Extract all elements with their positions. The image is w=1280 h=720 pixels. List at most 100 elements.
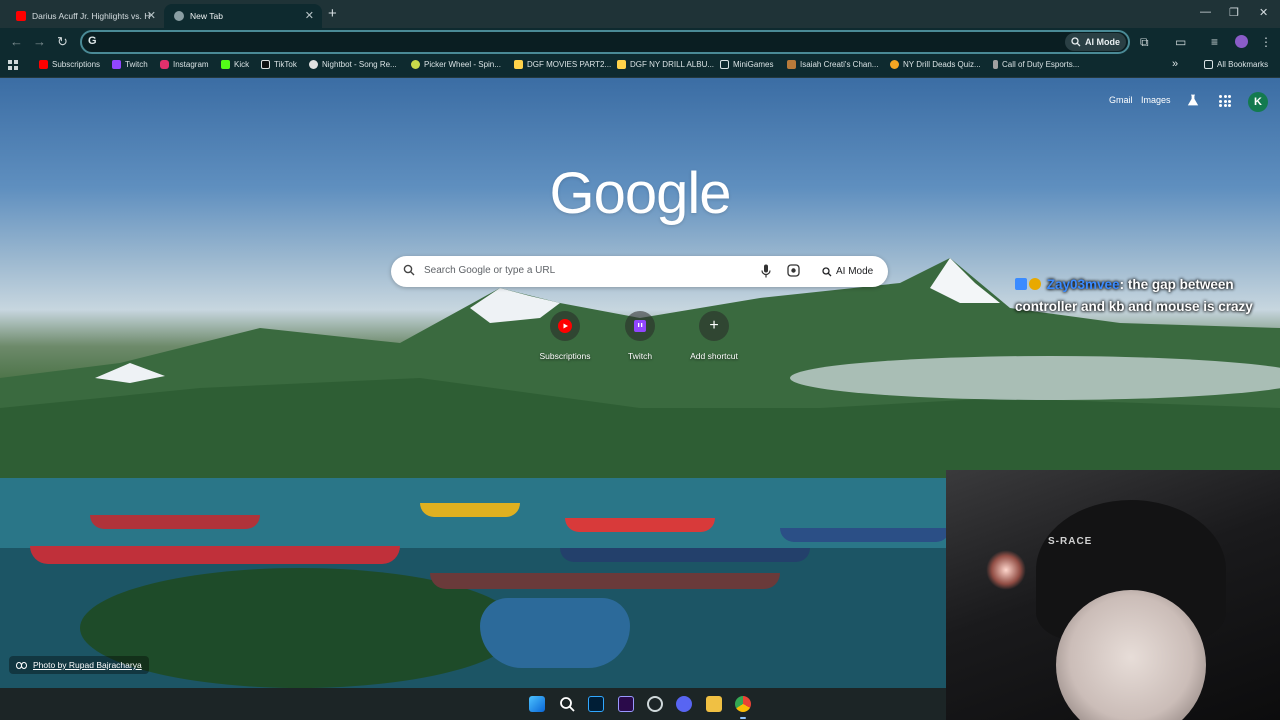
google-logo: Google bbox=[549, 161, 731, 226]
screen: Darius Acuff Jr. Highlights vs. H ✕ New … bbox=[0, 0, 1280, 720]
tab-title: New Tab bbox=[190, 11, 223, 21]
labs-flask-icon[interactable] bbox=[1187, 94, 1199, 106]
photo-credit-link[interactable]: Photo by Rupad Bajracharya bbox=[9, 656, 149, 674]
bookmark-dgf-ny-drill[interactable]: DGF NY DRILL ALBU... bbox=[617, 60, 714, 69]
tiktok-icon bbox=[261, 60, 270, 69]
account-avatar[interactable]: K bbox=[1248, 92, 1268, 112]
gmail-link[interactable]: Gmail bbox=[1109, 95, 1133, 105]
boat bbox=[565, 518, 715, 532]
shortcut-subscriptions[interactable]: Subscriptions bbox=[530, 311, 600, 361]
bookmark-ny-drill-quiz[interactable]: NY Drill Deads Quiz... bbox=[890, 60, 981, 69]
premiere-icon[interactable] bbox=[618, 696, 634, 712]
boat bbox=[560, 548, 810, 562]
discord-icon[interactable] bbox=[676, 696, 692, 712]
youtube-icon bbox=[558, 319, 572, 333]
tab-darius-highlights[interactable]: Darius Acuff Jr. Highlights vs. H ✕ bbox=[6, 4, 164, 28]
instagram-icon bbox=[160, 60, 169, 69]
quiz-icon bbox=[890, 60, 899, 69]
google-apps-icon[interactable] bbox=[1219, 95, 1231, 107]
google-lens-icon[interactable] bbox=[787, 264, 800, 277]
bookmark-instagram[interactable]: Instagram bbox=[160, 60, 209, 69]
bookmark-dgf-movies[interactable]: DGF MOVIES PART2... bbox=[514, 60, 611, 69]
boat bbox=[30, 546, 400, 564]
folder-icon bbox=[720, 60, 729, 69]
light-glow bbox=[986, 550, 1026, 590]
webcam-overlay: S-RACE bbox=[946, 470, 1280, 720]
kick-icon bbox=[221, 60, 230, 69]
boat bbox=[430, 573, 780, 589]
tab-new-tab[interactable]: New Tab ✕ bbox=[164, 4, 322, 28]
forward-icon[interactable]: → bbox=[33, 34, 46, 49]
minimize-icon[interactable]: — bbox=[1200, 6, 1211, 18]
bookmark-cod-esports[interactable]: Call of Duty Esports... bbox=[993, 60, 1079, 69]
chrome-icon[interactable] bbox=[735, 696, 751, 719]
bookmark-kick[interactable]: Kick bbox=[221, 60, 249, 69]
bookmark-isaiah-creati[interactable]: Isaiah Creati's Chan... bbox=[787, 60, 878, 69]
close-tab-icon[interactable]: ✕ bbox=[305, 9, 314, 22]
windows-start-icon[interactable] bbox=[529, 696, 545, 712]
close-tab-icon[interactable]: ✕ bbox=[147, 9, 156, 22]
youtube-icon bbox=[16, 11, 26, 21]
search-placeholder: Search Google or type a URL bbox=[424, 265, 556, 276]
search-icon[interactable] bbox=[559, 696, 575, 712]
all-bookmarks-button[interactable]: All Bookmarks bbox=[1204, 60, 1268, 69]
search-icon bbox=[403, 264, 415, 276]
file-explorer-icon[interactable] bbox=[706, 696, 722, 712]
bookmark-subscriptions[interactable]: Subscriptions bbox=[39, 60, 100, 69]
shortcut-add[interactable]: + Add shortcut bbox=[679, 311, 749, 361]
chair-brand-text: S-RACE bbox=[1048, 536, 1093, 547]
bookmark-picker-wheel[interactable]: Picker Wheel - Spin... bbox=[411, 60, 501, 69]
new-tab-button[interactable]: + bbox=[328, 5, 337, 22]
stream-chat-message: Zay03mvee: the gap between controller an… bbox=[1015, 274, 1275, 318]
youtube-icon bbox=[39, 60, 48, 69]
obs-icon[interactable] bbox=[647, 696, 663, 712]
ai-search-icon bbox=[822, 266, 832, 276]
bookmarks-bar: Subscriptions Twitch Instagram Kick TikT… bbox=[0, 56, 1280, 78]
doc-icon bbox=[617, 60, 626, 69]
twitch-icon bbox=[634, 320, 646, 332]
photoshop-icon[interactable] bbox=[588, 696, 604, 712]
bookmark-twitch[interactable]: Twitch bbox=[112, 60, 148, 69]
twitch-icon bbox=[112, 60, 121, 69]
restore-icon[interactable]: ❐ bbox=[1229, 6, 1239, 19]
bookmark-folder-minigames[interactable]: MiniGames bbox=[720, 60, 773, 69]
plus-icon: + bbox=[699, 311, 729, 341]
address-input[interactable] bbox=[104, 34, 1064, 50]
windows-taskbar bbox=[0, 688, 946, 720]
boat bbox=[90, 515, 260, 529]
boat bbox=[780, 528, 950, 542]
reload-icon[interactable]: ↻ bbox=[57, 34, 68, 50]
tab-title: Darius Acuff Jr. Highlights vs. H bbox=[32, 11, 151, 21]
cast-icon[interactable]: ▭ bbox=[1175, 35, 1186, 49]
tab-strip: Darius Acuff Jr. Highlights vs. H ✕ New … bbox=[0, 0, 1280, 28]
cod-icon bbox=[993, 60, 998, 69]
chat-badge-icon bbox=[1029, 278, 1041, 290]
images-link[interactable]: Images bbox=[1141, 95, 1171, 105]
back-icon[interactable]: ← bbox=[10, 34, 23, 49]
browser-toolbar: ← → ↻ G AI Mode ⧉ ▭ ≡ ⋮ bbox=[0, 28, 1280, 56]
bookmark-tiktok[interactable]: TikTok bbox=[261, 60, 297, 69]
folder-icon bbox=[1204, 60, 1213, 69]
link-icon bbox=[16, 661, 27, 669]
ai-mode-search-button[interactable]: AI Mode bbox=[814, 260, 881, 283]
more-bookmarks-chevron-icon[interactable]: » bbox=[1172, 58, 1178, 70]
ntp-search-box[interactable]: Search Google or type a URL AI Mode bbox=[391, 256, 888, 287]
microphone-icon[interactable] bbox=[760, 264, 772, 278]
doc-icon bbox=[514, 60, 523, 69]
close-window-icon[interactable]: ✕ bbox=[1259, 6, 1268, 19]
menu-kebab-icon[interactable]: ⋮ bbox=[1260, 35, 1272, 49]
chat-username: Zay03mvee bbox=[1046, 277, 1120, 292]
extensions-icon[interactable]: ⧉ bbox=[1140, 35, 1149, 50]
shortcut-twitch[interactable]: Twitch bbox=[605, 311, 675, 361]
profile-avatar-icon[interactable] bbox=[1235, 35, 1248, 48]
chrome-tab-icon bbox=[174, 11, 184, 21]
address-bar[interactable]: G AI Mode bbox=[80, 30, 1130, 54]
apps-grid-icon[interactable] bbox=[8, 60, 18, 70]
bookmark-nightbot[interactable]: Nightbot - Song Re... bbox=[309, 60, 397, 69]
chat-badge-icon bbox=[1015, 278, 1027, 290]
google-g-icon: G bbox=[88, 35, 97, 47]
ai-mode-button[interactable]: AI Mode bbox=[1065, 33, 1126, 51]
media-control-icon[interactable]: ≡ bbox=[1211, 35, 1218, 49]
channel-icon bbox=[787, 60, 796, 69]
boat bbox=[480, 598, 630, 668]
